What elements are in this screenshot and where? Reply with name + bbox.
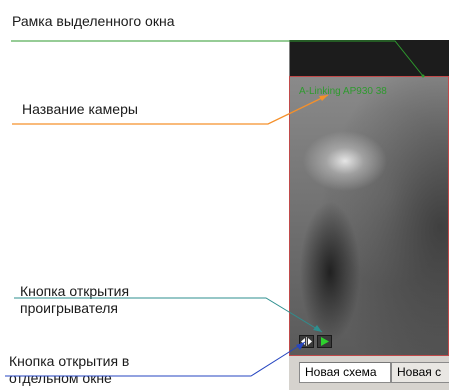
play-icon (321, 337, 329, 346)
callout-player-button-line1: Кнопка открытия (20, 283, 130, 299)
callout-window-frame: Рамка выделенного окна (12, 13, 175, 29)
camera-video-frame (290, 77, 448, 355)
tab-new-scheme-2[interactable]: Новая с (391, 362, 449, 383)
app-top-panel (289, 40, 449, 76)
callout-separate-window: Кнопка открытия в отдельном окне (9, 353, 129, 387)
callout-separate-window-line1: Кнопка открытия в (9, 353, 130, 369)
tab-new-scheme[interactable]: Новая схема (299, 362, 391, 383)
open-player-button[interactable] (317, 335, 332, 348)
scheme-tab-bar: Новая схема Новая с (289, 356, 449, 390)
callout-camera-name: Название камеры (22, 101, 138, 117)
callout-separate-window-line2: отдельном окне (9, 370, 112, 386)
left-right-arrows-icon (301, 337, 312, 346)
open-separate-window-button[interactable] (299, 335, 314, 348)
callout-player-button: Кнопка открытия проигрывателя (20, 283, 129, 317)
callout-player-button-line2: проигрывателя (20, 300, 119, 316)
camera-name-label: A-Linking AP930 38 (299, 86, 387, 97)
camera-viewport-selected[interactable]: A-Linking AP930 38 (289, 76, 449, 356)
